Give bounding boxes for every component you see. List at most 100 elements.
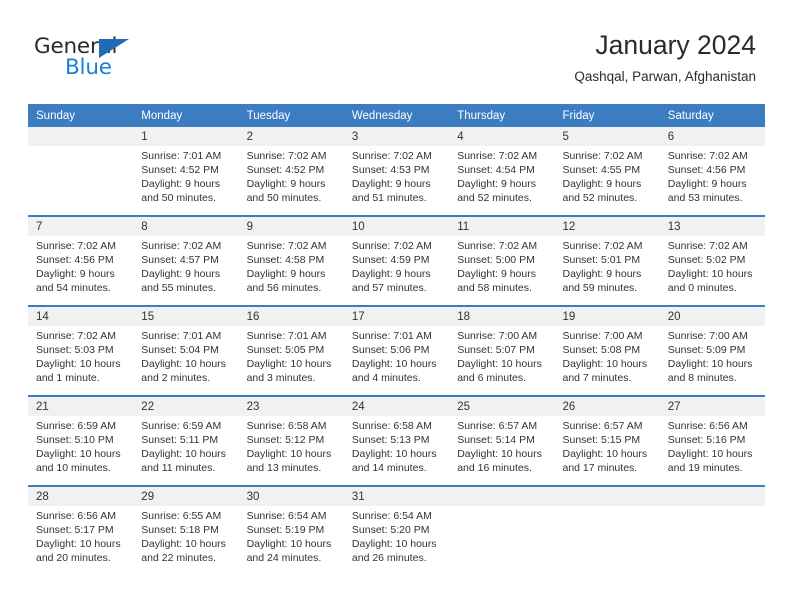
day-detail-line: Sunset: 5:08 PM: [562, 344, 641, 357]
day-detail-line: and 13 minutes.: [246, 462, 322, 475]
day-detail-line: Daylight: 9 hours: [141, 178, 221, 191]
day-detail-line: Daylight: 10 hours: [351, 358, 437, 371]
day-detail-line: Sunrise: 6:54 AM: [246, 510, 327, 522]
day-detail-line: Sunset: 5:16 PM: [667, 434, 746, 447]
day-number[interactable]: 20: [659, 305, 766, 326]
day-detail-line: Sunset: 5:12 PM: [246, 434, 325, 447]
calendar-grid: Sunday Monday Tuesday Wednesday Thursday Frid…: [28, 104, 766, 575]
day-number[interactable]: 17: [343, 305, 450, 326]
day-detail-cell[interactable]: Sunrise: 7:01 AM Sunset: 5:04 PM Daylight:…: [133, 326, 239, 396]
day-number[interactable]: 9: [238, 215, 344, 236]
day-detail-cell[interactable]: Sunrise: 7:02 AM Sunset: 4:58 PM Daylight:…: [238, 236, 344, 306]
day-detail-line: and 57 minutes.: [351, 282, 427, 295]
day-number[interactable]: 14: [28, 305, 134, 326]
day-detail-cell[interactable]: Sunrise: 7:02 AM Sunset: 4:56 PM Daylight:…: [28, 236, 134, 306]
calendar-page: General Blue January 2024 Qashqal, Parwa…: [0, 0, 792, 612]
week-daynumber-row: 28 29 30 31: [28, 485, 766, 506]
day-detail-cell[interactable]: Sunrise: 7:02 AM Sunset: 4:57 PM Daylight:…: [133, 236, 239, 306]
day-number[interactable]: 25: [449, 395, 555, 416]
day-detail-cell[interactable]: Sunrise: 6:56 AM Sunset: 5:16 PM Daylight:…: [659, 416, 766, 486]
day-detail-cell[interactable]: Sunrise: 7:02 AM Sunset: 4:56 PM Daylight:…: [659, 146, 766, 216]
empty-day-number: [659, 485, 766, 506]
day-detail-line: Daylight: 9 hours: [667, 178, 747, 191]
day-detail-line: Sunrise: 7:02 AM: [457, 150, 538, 162]
day-detail-cell[interactable]: Sunrise: 6:54 AM Sunset: 5:20 PM Daylight:…: [343, 506, 450, 575]
day-number[interactable]: 27: [659, 395, 766, 416]
day-detail-cell[interactable]: Sunrise: 7:02 AM Sunset: 5:01 PM Daylight:…: [554, 236, 660, 306]
day-detail-line: Daylight: 10 hours: [562, 358, 648, 371]
day-detail-line: and 8 minutes.: [667, 372, 737, 385]
day-detail-line: Sunrise: 7:01 AM: [141, 150, 222, 162]
day-number[interactable]: 15: [133, 305, 239, 326]
day-detail-line: Sunrise: 7:01 AM: [246, 330, 327, 342]
empty-day-cell: [554, 506, 660, 575]
day-number[interactable]: 24: [343, 395, 450, 416]
day-detail-cell[interactable]: Sunrise: 7:02 AM Sunset: 4:54 PM Daylight:…: [449, 146, 555, 216]
day-number[interactable]: 22: [133, 395, 239, 416]
day-number[interactable]: 23: [238, 395, 344, 416]
day-number[interactable]: 6: [659, 127, 766, 146]
day-number[interactable]: 16: [238, 305, 344, 326]
day-number[interactable]: 1: [133, 127, 239, 146]
day-detail-cell[interactable]: Sunrise: 7:02 AM Sunset: 4:53 PM Daylight:…: [343, 146, 450, 216]
day-detail-cell[interactable]: Sunrise: 7:01 AM Sunset: 4:52 PM Daylight:…: [133, 146, 239, 216]
day-detail-line: and 55 minutes.: [141, 282, 217, 295]
day-detail-cell[interactable]: Sunrise: 7:02 AM Sunset: 5:03 PM Daylight:…: [28, 326, 134, 396]
day-detail-cell[interactable]: Sunrise: 7:02 AM Sunset: 4:59 PM Daylight:…: [343, 236, 450, 306]
day-detail-line: Sunset: 4:56 PM: [667, 164, 746, 177]
day-detail-line: Sunrise: 6:57 AM: [457, 420, 538, 432]
day-detail-cell[interactable]: Sunrise: 6:59 AM Sunset: 5:10 PM Daylight:…: [28, 416, 134, 486]
day-detail-line: Sunrise: 7:02 AM: [562, 150, 643, 162]
day-number[interactable]: 30: [238, 485, 344, 506]
day-detail-line: Daylight: 10 hours: [141, 448, 226, 461]
day-detail-cell[interactable]: Sunrise: 7:01 AM Sunset: 5:06 PM Daylight:…: [343, 326, 450, 396]
day-number[interactable]: 26: [554, 395, 660, 416]
calendar-body: 1 2 3 4 5 6 Sunrise: 7:01 AM Sunset: 4:52 PM Day…: [28, 127, 766, 575]
day-number[interactable]: 11: [449, 215, 555, 236]
day-detail-line: Sunrise: 7:02 AM: [351, 150, 432, 162]
day-detail-cell[interactable]: Sunrise: 6:56 AM Sunset: 5:17 PM Daylight:…: [28, 506, 134, 575]
day-detail-cell[interactable]: Sunrise: 6:58 AM Sunset: 5:13 PM Daylight:…: [343, 416, 450, 486]
day-detail-cell[interactable]: Sunrise: 6:54 AM Sunset: 5:19 PM Daylight:…: [238, 506, 344, 575]
day-number[interactable]: 10: [343, 215, 450, 236]
day-number[interactable]: 3: [343, 127, 450, 146]
day-detail-line: Sunset: 5:03 PM: [36, 344, 114, 357]
day-detail-line: and 20 minutes.: [36, 552, 111, 565]
day-detail-cell[interactable]: Sunrise: 6:55 AM Sunset: 5:18 PM Daylight:…: [133, 506, 239, 575]
day-number[interactable]: 5: [554, 127, 660, 146]
day-detail-line: and 17 minutes.: [562, 462, 638, 475]
day-detail-cell[interactable]: Sunrise: 6:57 AM Sunset: 5:15 PM Daylight:…: [554, 416, 660, 486]
day-detail-line: Daylight: 9 hours: [457, 178, 536, 191]
day-detail-cell[interactable]: Sunrise: 7:00 AM Sunset: 5:08 PM Daylight:…: [554, 326, 660, 396]
day-number[interactable]: 2: [238, 127, 344, 146]
day-number[interactable]: 18: [449, 305, 555, 326]
day-detail-cell[interactable]: Sunrise: 7:02 AM Sunset: 4:55 PM Daylight:…: [554, 146, 660, 216]
day-detail-line: Sunrise: 6:55 AM: [141, 510, 222, 522]
day-number[interactable]: 7: [28, 215, 134, 236]
day-detail-line: Daylight: 10 hours: [667, 358, 753, 371]
day-number[interactable]: 13: [659, 215, 766, 236]
day-number[interactable]: 29: [133, 485, 239, 506]
day-detail-cell[interactable]: Sunrise: 7:00 AM Sunset: 5:09 PM Daylight:…: [659, 326, 766, 396]
day-detail-line: Sunset: 4:56 PM: [36, 254, 114, 267]
day-detail-cell[interactable]: Sunrise: 6:59 AM Sunset: 5:11 PM Daylight:…: [133, 416, 239, 486]
day-number[interactable]: 4: [449, 127, 555, 146]
week-daynumber-row: 14 15 16 17 18 19 20: [28, 305, 766, 326]
day-detail-line: Sunrise: 7:02 AM: [36, 240, 116, 252]
day-number[interactable]: 28: [28, 485, 134, 506]
day-number[interactable]: 21: [28, 395, 134, 416]
day-detail-cell[interactable]: Sunrise: 7:02 AM Sunset: 5:02 PM Daylight:…: [659, 236, 766, 306]
day-detail-cell[interactable]: Sunrise: 7:02 AM Sunset: 5:00 PM Daylight:…: [449, 236, 555, 306]
day-number[interactable]: 19: [554, 305, 660, 326]
day-detail-cell[interactable]: Sunrise: 6:58 AM Sunset: 5:12 PM Daylight:…: [238, 416, 344, 486]
weekday-header-sunday: Sunday: [28, 104, 134, 127]
day-detail-line: Sunset: 5:17 PM: [36, 524, 114, 537]
day-detail-cell[interactable]: Sunrise: 7:01 AM Sunset: 5:05 PM Daylight:…: [238, 326, 344, 396]
day-number[interactable]: 8: [133, 215, 239, 236]
day-detail-cell[interactable]: Sunrise: 7:02 AM Sunset: 4:52 PM Daylight:…: [238, 146, 344, 216]
day-number[interactable]: 31: [343, 485, 450, 506]
day-detail-cell[interactable]: Sunrise: 7:00 AM Sunset: 5:07 PM Daylight:…: [449, 326, 555, 396]
day-detail-cell[interactable]: Sunrise: 6:57 AM Sunset: 5:14 PM Daylight:…: [449, 416, 555, 486]
day-number[interactable]: 12: [554, 215, 660, 236]
day-detail-line: Daylight: 10 hours: [246, 448, 332, 461]
